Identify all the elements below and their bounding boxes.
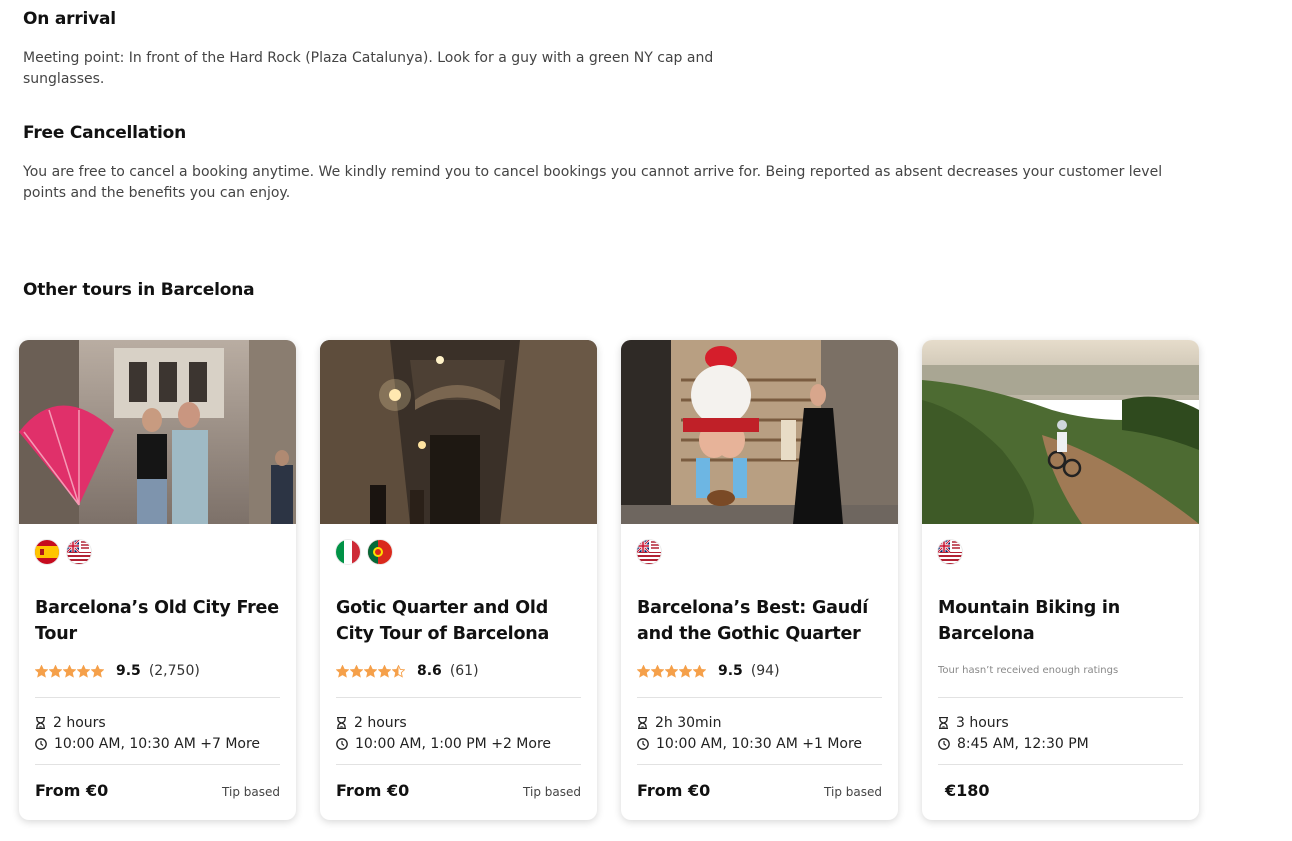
times-row: 10:00 AM, 1:00 PM +2 More (336, 735, 551, 753)
rating-score: 8.6 (417, 663, 442, 679)
duration-row: 2h 30min (637, 714, 721, 732)
on-arrival-heading: On arrival (23, 9, 116, 29)
tour-cards-list: Barcelona’s Old City Free Tour 9.5 (2,75… (19, 340, 1199, 820)
price: €180 (945, 781, 990, 800)
star-icon (693, 664, 706, 678)
rating-score: 9.5 (718, 663, 743, 679)
tour-card[interactable]: Mountain Biking in Barcelona Tour hasn’t… (922, 340, 1199, 820)
hourglass-icon (36, 717, 45, 729)
star-icon (651, 664, 664, 678)
language-flags (938, 540, 962, 564)
language-flags (336, 540, 392, 564)
star-icon (392, 664, 405, 678)
star-icon (679, 664, 692, 678)
clock-icon (35, 738, 47, 750)
star-icon (637, 664, 650, 678)
star-icon (364, 664, 377, 678)
portugal-flag-icon (368, 540, 392, 564)
tour-image (621, 340, 898, 524)
start-times-text: 10:00 AM, 1:00 PM +2 More (355, 736, 552, 752)
star-icon (77, 664, 90, 678)
times-row: 10:00 AM, 10:30 AM +1 More (637, 735, 862, 753)
no-ratings-text: Tour hasn’t received enough ratings (938, 665, 1119, 676)
start-times-text: 10:00 AM, 10:30 AM +7 More (54, 736, 261, 752)
duration-row: 2 hours (35, 714, 106, 732)
tour-title[interactable]: Barcelona’s Best: Gaudí and the Gothic Q… (637, 595, 882, 647)
free-cancellation-heading: Free Cancellation (23, 123, 187, 143)
spain-flag-icon (35, 540, 59, 564)
cancellation-text: You are free to cancel a booking anytime… (23, 164, 1163, 201)
start-times-text: 10:00 AM, 10:30 AM +1 More (656, 736, 863, 752)
rating-score: 9.5 (116, 663, 141, 679)
tour-card[interactable]: Barcelona’s Best: Gaudí and the Gothic Q… (621, 340, 898, 820)
rating-count: (2,750) (148, 663, 200, 679)
clock-icon (938, 738, 950, 750)
tour-title[interactable]: Barcelona’s Old City Free Tour (35, 595, 280, 647)
language-flags (35, 540, 91, 564)
duration-row: 2 hours (336, 714, 407, 732)
rating-count: (94) (750, 663, 780, 679)
uk-us-flag-icon (67, 540, 91, 564)
divider (336, 764, 581, 765)
start-times-text: 8:45 AM, 12:30 PM (957, 736, 1089, 752)
star-icon (350, 664, 363, 678)
star-icon (63, 664, 76, 678)
tip-based-label: Tip based (523, 785, 581, 799)
clock-icon (637, 738, 649, 750)
price: From €0 (336, 781, 410, 800)
divider (336, 697, 581, 698)
tour-title[interactable]: Mountain Biking in Barcelona (938, 595, 1183, 647)
star-icon (665, 664, 678, 678)
rating-count: (61) (449, 663, 479, 679)
uk-us-flag-icon (938, 540, 962, 564)
star-icon (35, 664, 48, 678)
duration-text: 2 hours (354, 715, 407, 731)
tour-card[interactable]: Barcelona’s Old City Free Tour 9.5 (2,75… (19, 340, 296, 820)
tour-card[interactable]: Gotic Quarter and Old City Tour of Barce… (320, 340, 597, 820)
tour-image (320, 340, 597, 524)
hourglass-icon (638, 717, 647, 729)
divider (35, 764, 280, 765)
divider (637, 764, 882, 765)
star-icon (336, 664, 349, 678)
hourglass-icon (337, 717, 346, 729)
divider (637, 697, 882, 698)
other-tours-heading: Other tours in Barcelona (23, 280, 255, 300)
duration-row: 3 hours (938, 714, 1009, 732)
times-row: 10:00 AM, 10:30 AM +7 More (35, 735, 260, 753)
meeting-point-text: Meeting point: In front of the Hard Rock… (23, 50, 714, 87)
star-icon (49, 664, 62, 678)
tour-title[interactable]: Gotic Quarter and Old City Tour of Barce… (336, 595, 581, 647)
tip-based-label: Tip based (222, 785, 280, 799)
duration-text: 2 hours (53, 715, 106, 731)
tip-based-label: Tip based (824, 785, 882, 799)
times-row: 8:45 AM, 12:30 PM (938, 735, 1089, 753)
rating: 9.5 (94) (637, 660, 780, 682)
star-icon (91, 664, 104, 678)
clock-icon (336, 738, 348, 750)
rating: 9.5 (2,750) (35, 660, 200, 682)
hourglass-icon (939, 717, 948, 729)
star-icon (378, 664, 391, 678)
star-rating (336, 664, 405, 678)
italy-flag-icon (336, 540, 360, 564)
price: From €0 (35, 781, 109, 800)
price: From €0 (637, 781, 711, 800)
rating: 8.6 (61) (336, 660, 479, 682)
language-flags (637, 540, 661, 564)
uk-us-flag-icon (637, 540, 661, 564)
duration-text: 3 hours (956, 715, 1009, 731)
divider (938, 764, 1183, 765)
divider (938, 697, 1183, 698)
star-rating (637, 664, 706, 678)
divider (35, 697, 280, 698)
tour-image (922, 340, 1199, 524)
duration-text: 2h 30min (655, 715, 722, 731)
tour-image (19, 340, 296, 524)
star-rating (35, 664, 104, 678)
